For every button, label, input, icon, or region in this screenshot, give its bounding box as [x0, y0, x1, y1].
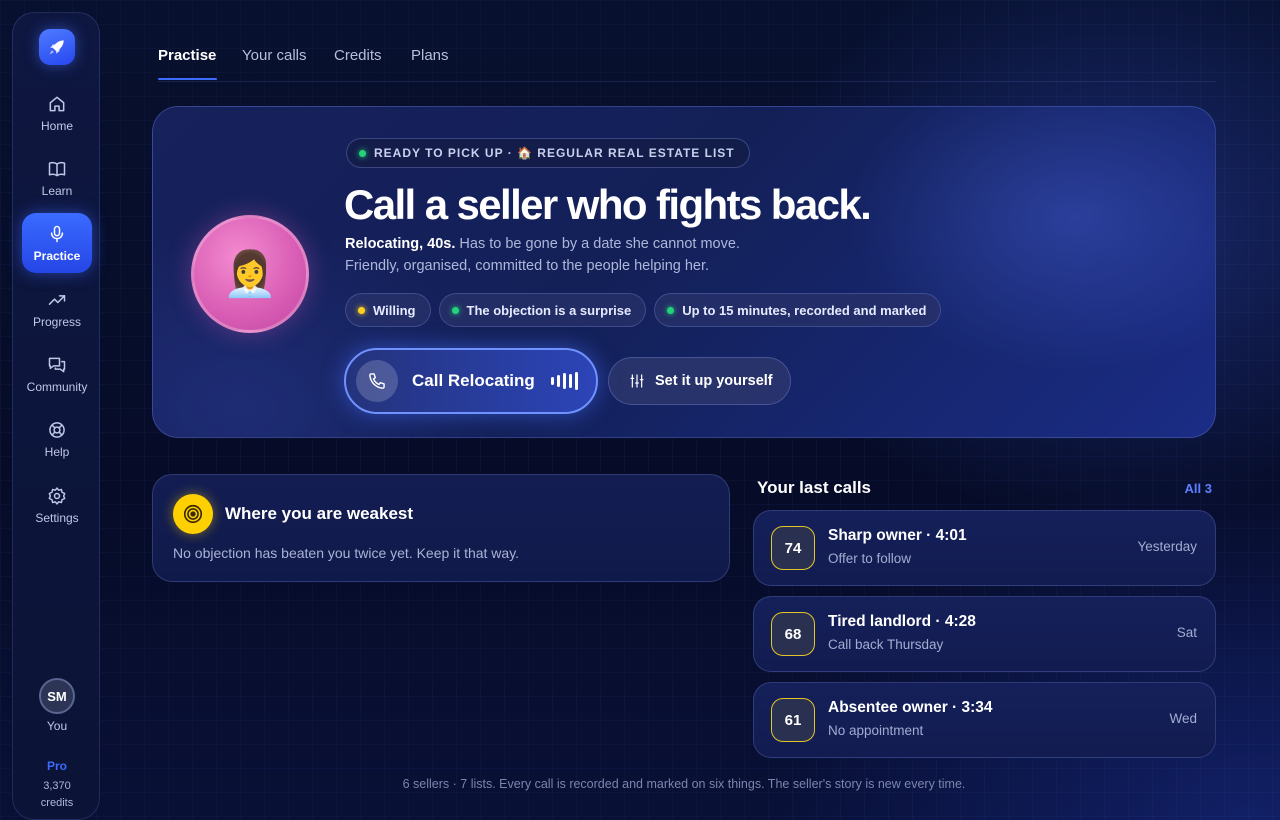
- chip-objection: The objection is a surprise: [438, 293, 647, 327]
- chip-dot: [451, 306, 459, 314]
- plan-badge[interactable]: Pro: [13, 759, 101, 773]
- call-name: Tired landlord · 4:28: [828, 613, 976, 630]
- tab-your-calls[interactable]: Your calls: [242, 47, 306, 64]
- sidebar-item-label: Home: [40, 118, 73, 133]
- call-outcome: Offer to follow: [828, 551, 912, 566]
- status-text: READY TO PICK UP · 🏠 REGULAR REAL ESTATE…: [374, 146, 735, 160]
- sidebar-item-practice[interactable]: Practice: [22, 213, 92, 273]
- credits-count: 3,370: [43, 780, 71, 792]
- call-score: 74: [771, 526, 815, 570]
- setup-button-label: Set it up yourself: [655, 373, 773, 389]
- sidebar-item-label: Practice: [33, 248, 81, 263]
- tab-plans[interactable]: Plans: [411, 47, 449, 64]
- call-score: 68: [771, 612, 815, 656]
- call-score: 61: [771, 698, 815, 742]
- call-button-label: Call Relocating: [412, 371, 535, 390]
- microphone-icon: [50, 225, 64, 242]
- hero-title: Call a seller who fights back.: [344, 181, 872, 228]
- sidebar-item-label: Learn: [41, 183, 73, 198]
- chip-dot: [667, 306, 675, 314]
- call-attribute-chips: Willing The objection is a surprise Up t…: [345, 293, 942, 327]
- persona-detail-2: Friendly, organised, committed to the pe…: [345, 258, 710, 274]
- call-button[interactable]: Call Relocating: [344, 348, 598, 414]
- list-item[interactable]: 68 Tired landlord · 4:28 Call back Thurs…: [753, 596, 1216, 672]
- sidebar-item-learn[interactable]: Learn: [22, 148, 92, 208]
- weakest-title: Where you are weakest: [225, 504, 414, 523]
- list-item[interactable]: 74 Sharp owner · 4:01 Offer to follow Ye…: [753, 510, 1216, 586]
- phone-icon: [356, 360, 398, 402]
- call-outcome: No appointment: [828, 723, 924, 738]
- chip-dot: [358, 306, 365, 314]
- sidebar-item-home[interactable]: Home: [22, 83, 92, 143]
- persona-description: Relocating, 40s. Has to be gone by a dat…: [345, 233, 865, 277]
- lifebuoy-icon: [49, 421, 65, 438]
- user-label: You: [46, 719, 68, 733]
- sidebar-item-settings[interactable]: Settings: [22, 475, 92, 535]
- persona-detail: Has to be gone by a date she cannot move…: [455, 236, 740, 252]
- sidebar-item-help[interactable]: Help: [22, 409, 92, 469]
- tab-credits[interactable]: Credits: [334, 47, 382, 64]
- status-dot: [359, 149, 366, 157]
- avatar[interactable]: SM: [39, 678, 75, 714]
- book-icon: [48, 161, 66, 176]
- sidebar: Home Learn Practice Progress Community H…: [12, 12, 100, 820]
- top-tabs: Practise Your calls Credits Plans: [158, 44, 1216, 82]
- audio-wave-icon: [550, 372, 578, 390]
- chip-label: The objection is a surprise: [466, 302, 632, 318]
- sidebar-item-label: Settings: [35, 510, 79, 525]
- sidebar-item-label: Progress: [32, 314, 82, 329]
- chat-bubbles-icon: [48, 357, 66, 372]
- call-date: Yesterday: [1137, 539, 1197, 554]
- target-icon: [173, 494, 213, 534]
- chip-duration: Up to 15 minutes, recorded and marked: [654, 293, 942, 327]
- seller-avatar-emoji: 👩‍💼: [222, 250, 278, 299]
- tab-practise[interactable]: Practise: [158, 47, 216, 64]
- call-outcome: Call back Thursday: [828, 637, 944, 652]
- call-name: Absentee owner · 3:34: [828, 699, 993, 716]
- sidebar-item-label: Community: [26, 379, 88, 394]
- footer-note: 6 sellers · 7 lists. Every call is recor…: [402, 777, 966, 791]
- call-name: Sharp owner · 4:01: [828, 527, 967, 544]
- status-pill: READY TO PICK UP · 🏠 REGULAR REAL ESTATE…: [346, 138, 750, 168]
- sidebar-item-label: Help: [44, 444, 70, 459]
- sliders-icon: [630, 374, 644, 388]
- credits-label: credits: [40, 797, 74, 809]
- practice-hero-card: 👩‍💼 READY TO PICK UP · 🏠 REGULAR REAL ES…: [152, 106, 1216, 438]
- all-calls-link[interactable]: All 3: [1168, 481, 1212, 496]
- call-date: Sat: [1176, 625, 1197, 640]
- weakest-card: Where you are weakest No objection has b…: [152, 474, 730, 582]
- trending-up-icon: [48, 294, 66, 305]
- list-item[interactable]: 61 Absentee owner · 3:34 No appointment …: [753, 682, 1216, 758]
- active-tab-indicator: [158, 78, 217, 80]
- app-logo[interactable]: [39, 29, 75, 65]
- chip-willing: Willing: [345, 293, 431, 327]
- last-calls-title: Your last calls: [757, 478, 872, 497]
- seller-avatar: 👩‍💼: [191, 215, 309, 333]
- rocket-icon: [49, 40, 64, 55]
- weakest-text: No objection has beaten you twice yet. K…: [173, 545, 520, 561]
- sidebar-item-progress[interactable]: Progress: [22, 279, 92, 339]
- gear-icon: [48, 486, 66, 505]
- home-icon: [49, 96, 65, 111]
- persona-name: Relocating, 40s.: [345, 236, 456, 252]
- sidebar-item-community[interactable]: Community: [22, 344, 92, 404]
- chip-label: Willing: [373, 302, 416, 318]
- call-date: Wed: [1169, 711, 1197, 726]
- chip-label: Up to 15 minutes, recorded and marked: [682, 302, 927, 318]
- setup-yourself-button[interactable]: Set it up yourself: [608, 357, 791, 405]
